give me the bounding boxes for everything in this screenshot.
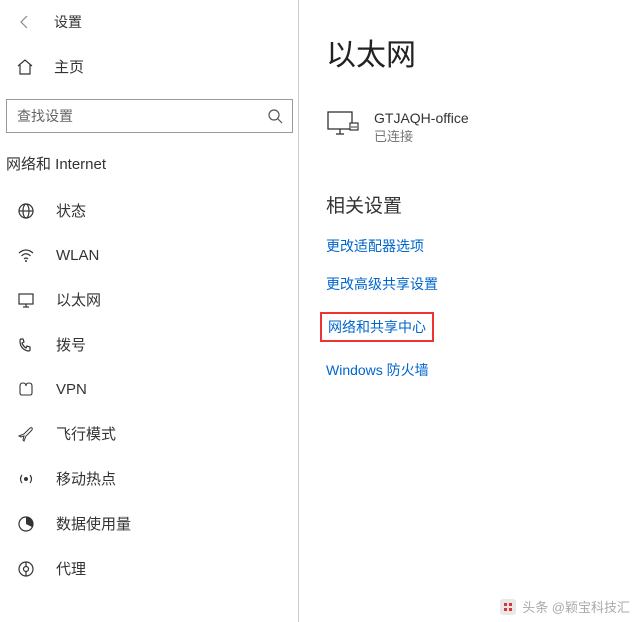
sidebar-item-airplane[interactable]: 飞行模式 [0, 411, 299, 456]
nav-label: WLAN [56, 247, 99, 264]
vpn-icon [16, 379, 36, 399]
nav-label: VPN [56, 381, 87, 398]
wifi-icon [16, 245, 36, 265]
search-box [6, 99, 293, 133]
sidebar-item-wlan[interactable]: WLAN [0, 233, 299, 277]
link-windows-firewall[interactable]: Windows 防火墙 [326, 360, 429, 380]
network-card[interactable]: GTJAQH-office 已连接 [326, 110, 640, 145]
header-title: 设置 [54, 12, 82, 32]
watermark-text: 头条 @颖宝科技汇 [522, 597, 630, 616]
proxy-icon [16, 559, 36, 579]
globe-icon [16, 201, 36, 221]
related-links: 更改适配器选项 更改高级共享设置 网络和共享中心 Windows 防火墙 [326, 236, 640, 380]
sidebar-item-datausage[interactable]: 数据使用量 [0, 501, 299, 546]
airplane-icon [16, 424, 36, 444]
nav-label: 数据使用量 [56, 513, 131, 534]
back-icon[interactable] [16, 13, 34, 31]
sidebar-item-status[interactable]: 状态 [0, 188, 299, 233]
monitor-icon [326, 110, 360, 138]
sidebar-item-home[interactable]: 主页 [0, 46, 299, 87]
nav-label: 状态 [56, 200, 86, 221]
hotspot-icon [16, 469, 36, 489]
home-icon [16, 58, 34, 76]
related-settings-title: 相关设置 [326, 191, 640, 218]
sidebar-item-ethernet[interactable]: 以太网 [0, 277, 299, 322]
data-usage-icon [16, 514, 36, 534]
header: 设置 [0, 12, 299, 46]
nav-label: 飞行模式 [56, 423, 116, 444]
nav-label: 拨号 [56, 334, 86, 355]
link-advanced-sharing[interactable]: 更改高级共享设置 [326, 274, 438, 294]
search-input[interactable] [6, 99, 293, 133]
watermark-icon [500, 599, 516, 615]
phone-icon [16, 335, 36, 355]
sidebar-section-title: 网络和 Internet [0, 153, 299, 188]
sidebar-item-proxy[interactable]: 代理 [0, 546, 299, 591]
main-panel: 以太网 GTJAQH-office 已连接 相关设置 更改适配器选项 更改高级共… [300, 0, 640, 622]
nav-label: 以太网 [56, 289, 101, 310]
search-icon[interactable] [263, 104, 287, 128]
ethernet-icon [16, 290, 36, 310]
sidebar-item-vpn[interactable]: VPN [0, 367, 299, 411]
settings-sidebar: 设置 主页 网络和 Internet 状态 [0, 0, 300, 622]
network-name: GTJAQH-office [374, 110, 469, 126]
network-status: 已连接 [374, 126, 469, 145]
nav-label: 移动热点 [56, 468, 116, 489]
sidebar-item-hotspot[interactable]: 移动热点 [0, 456, 299, 501]
nav-list: 状态 WLAN 以太网 拨号 [0, 188, 299, 591]
link-network-sharing-center[interactable]: 网络和共享中心 [320, 312, 434, 342]
sidebar-divider [298, 0, 299, 622]
link-change-adapter[interactable]: 更改适配器选项 [326, 236, 424, 256]
sidebar-item-dialup[interactable]: 拨号 [0, 322, 299, 367]
watermark: 头条 @颖宝科技汇 [500, 597, 630, 616]
page-title: 以太网 [326, 30, 640, 74]
home-label: 主页 [54, 56, 84, 77]
nav-label: 代理 [56, 558, 86, 579]
